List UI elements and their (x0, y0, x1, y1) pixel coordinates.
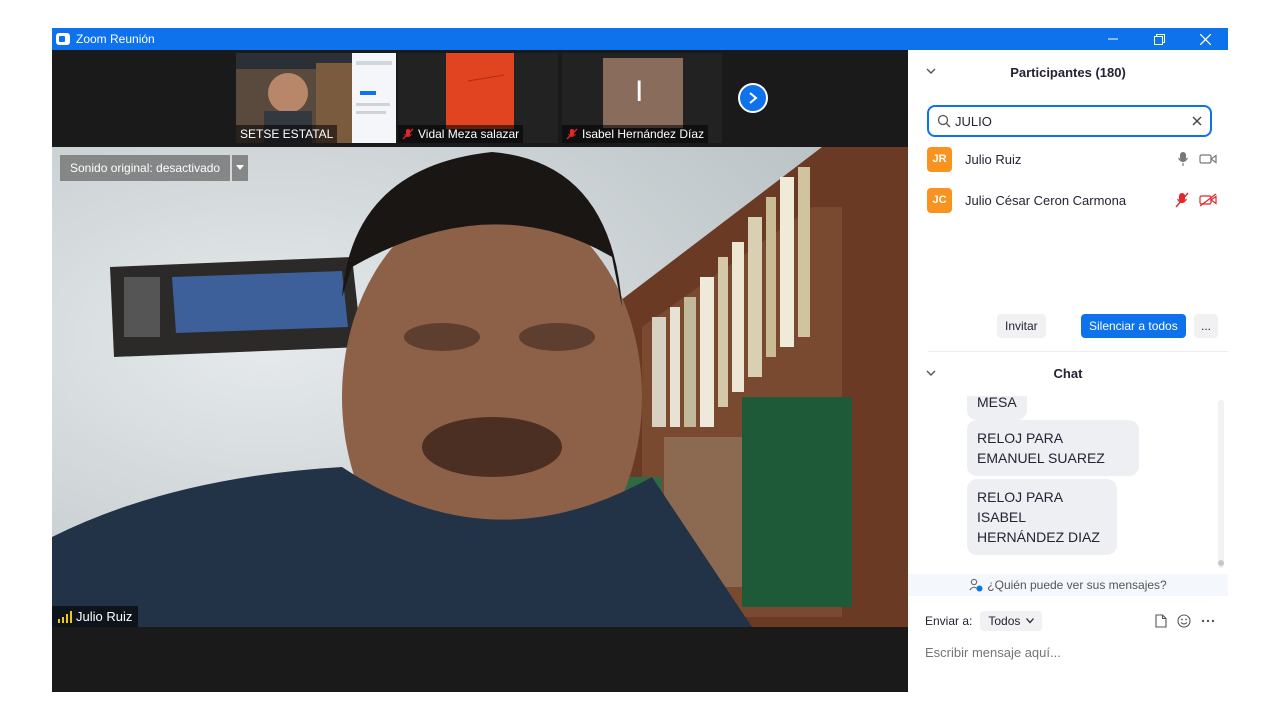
active-speaker-video[interactable]: Sonido original: desactivado Julio Ruiz (52, 147, 908, 627)
participant-name: Julio Ruiz (965, 151, 1022, 167)
chat-message: RELOJ PARA ISABEL HERNÁNDEZ DIAZ (967, 479, 1117, 555)
speaker-video-image (52, 147, 908, 627)
next-page-button[interactable] (738, 83, 768, 113)
participant-search-input[interactable]: JULIO (927, 105, 1212, 137)
window-title: Zoom Reunión (76, 32, 155, 46)
scrollbar-thumb[interactable] (1218, 560, 1224, 566)
avatar: JR (927, 146, 952, 172)
emoji-icon[interactable] (1177, 614, 1191, 628)
side-panel: Participantes (180) JULIO JR Julio Ruiz (908, 50, 1228, 692)
chat-header: Chat (908, 358, 1228, 388)
more-icon[interactable] (1201, 619, 1215, 623)
recipient-dropdown[interactable]: Todos (980, 611, 1043, 631)
minimize-icon[interactable] (1090, 28, 1136, 50)
speaker-name-label: Julio Ruiz (52, 606, 139, 627)
chat-message-input[interactable] (925, 642, 1215, 662)
original-sound-dropdown[interactable] (232, 155, 249, 181)
message-visibility-link[interactable]: ¿Quién puede ver sus mensajes? (908, 574, 1228, 596)
video-area: SETSE ESTATAL Vidal Meza salazar I Isabe… (52, 50, 908, 692)
participants-actions: Invitar Silenciar a todos ... (908, 314, 1228, 340)
search-icon (937, 114, 951, 128)
mute-all-button[interactable]: Silenciar a todos (1081, 314, 1186, 338)
zoom-window: Zoom Reunión SETSE ESTATAL Vidal Meza sa… (52, 28, 1228, 692)
chevron-down-icon[interactable] (926, 368, 936, 378)
caret-down-icon (236, 165, 245, 170)
chat-scrollbar[interactable] (1218, 400, 1224, 568)
chevron-right-icon (749, 92, 758, 104)
mic-muted-icon (566, 128, 578, 140)
thumbnail-name-label: Isabel Hernández Díaz (562, 125, 709, 143)
chat-messages[interactable]: MESA RELOJ PARA EMANUEL SUAREZ RELOJ PAR… (908, 396, 1228, 572)
clear-search-icon[interactable] (1192, 116, 1202, 126)
video-thumbnail[interactable]: Vidal Meza salazar (398, 53, 558, 143)
microphone-muted-icon[interactable] (1175, 192, 1189, 208)
participant-name: SETSE ESTATAL (240, 127, 334, 141)
recipient-value: Todos (988, 614, 1021, 628)
visibility-text: ¿Quién puede ver sus mensajes? (987, 578, 1167, 592)
restore-icon[interactable] (1136, 28, 1182, 50)
file-icon[interactable] (1155, 614, 1167, 628)
participant-row[interactable]: JC Julio César Ceron Carmona (927, 186, 1217, 214)
chat-message: RELOJ PARA EMANUEL SUAREZ (967, 420, 1139, 476)
video-camera-off-icon[interactable] (1199, 193, 1217, 207)
chat-title: Chat (1053, 365, 1083, 381)
original-sound-control: Sonido original: desactivado (60, 155, 249, 181)
participant-name: Isabel Hernández Díaz (582, 127, 705, 141)
mic-muted-icon (402, 128, 414, 140)
participant-name: Julio César Ceron Carmona (965, 192, 1127, 208)
microphone-icon[interactable] (1177, 151, 1189, 167)
chat-message: MESA (967, 396, 1027, 420)
participant-name: Vidal Meza salazar (418, 127, 520, 141)
send-to-label: Enviar a: (925, 614, 973, 628)
participant-row[interactable]: JR Julio Ruiz (927, 145, 1217, 173)
video-thumbnail[interactable]: I Isabel Hernández Díaz (562, 53, 722, 143)
more-options-button[interactable]: ... (1194, 314, 1218, 338)
zoom-app-icon (56, 33, 70, 45)
divider (928, 351, 1228, 352)
original-sound-button[interactable]: Sonido original: desactivado (60, 155, 231, 181)
chat-header-row: Chat (908, 358, 1228, 388)
thumbnail-strip: SETSE ESTATAL Vidal Meza salazar I Isabe… (52, 50, 908, 147)
title-bar: Zoom Reunión (52, 28, 1228, 50)
speaker-name: Julio Ruiz (76, 609, 133, 624)
signal-strength-icon (58, 610, 72, 623)
close-icon[interactable] (1182, 28, 1228, 50)
search-value[interactable]: JULIO (955, 114, 1192, 129)
thumbnail-name-label: SETSE ESTATAL (236, 125, 338, 143)
chevron-down-icon[interactable] (926, 66, 936, 76)
user-info-icon (969, 578, 983, 592)
avatar: JC (927, 187, 952, 213)
video-thumbnail[interactable]: SETSE ESTATAL (236, 53, 396, 143)
send-to-row: Enviar a: Todos (925, 609, 1215, 633)
thumbnail-name-label: Vidal Meza salazar (398, 125, 524, 143)
invite-button[interactable]: Invitar (997, 314, 1046, 338)
chevron-down-icon (1026, 618, 1035, 624)
avatar-letter: I (635, 75, 644, 108)
video-camera-icon[interactable] (1199, 153, 1217, 165)
participants-header: Participantes (180) (908, 50, 1228, 94)
participants-title: Participantes (180) (1010, 64, 1126, 80)
